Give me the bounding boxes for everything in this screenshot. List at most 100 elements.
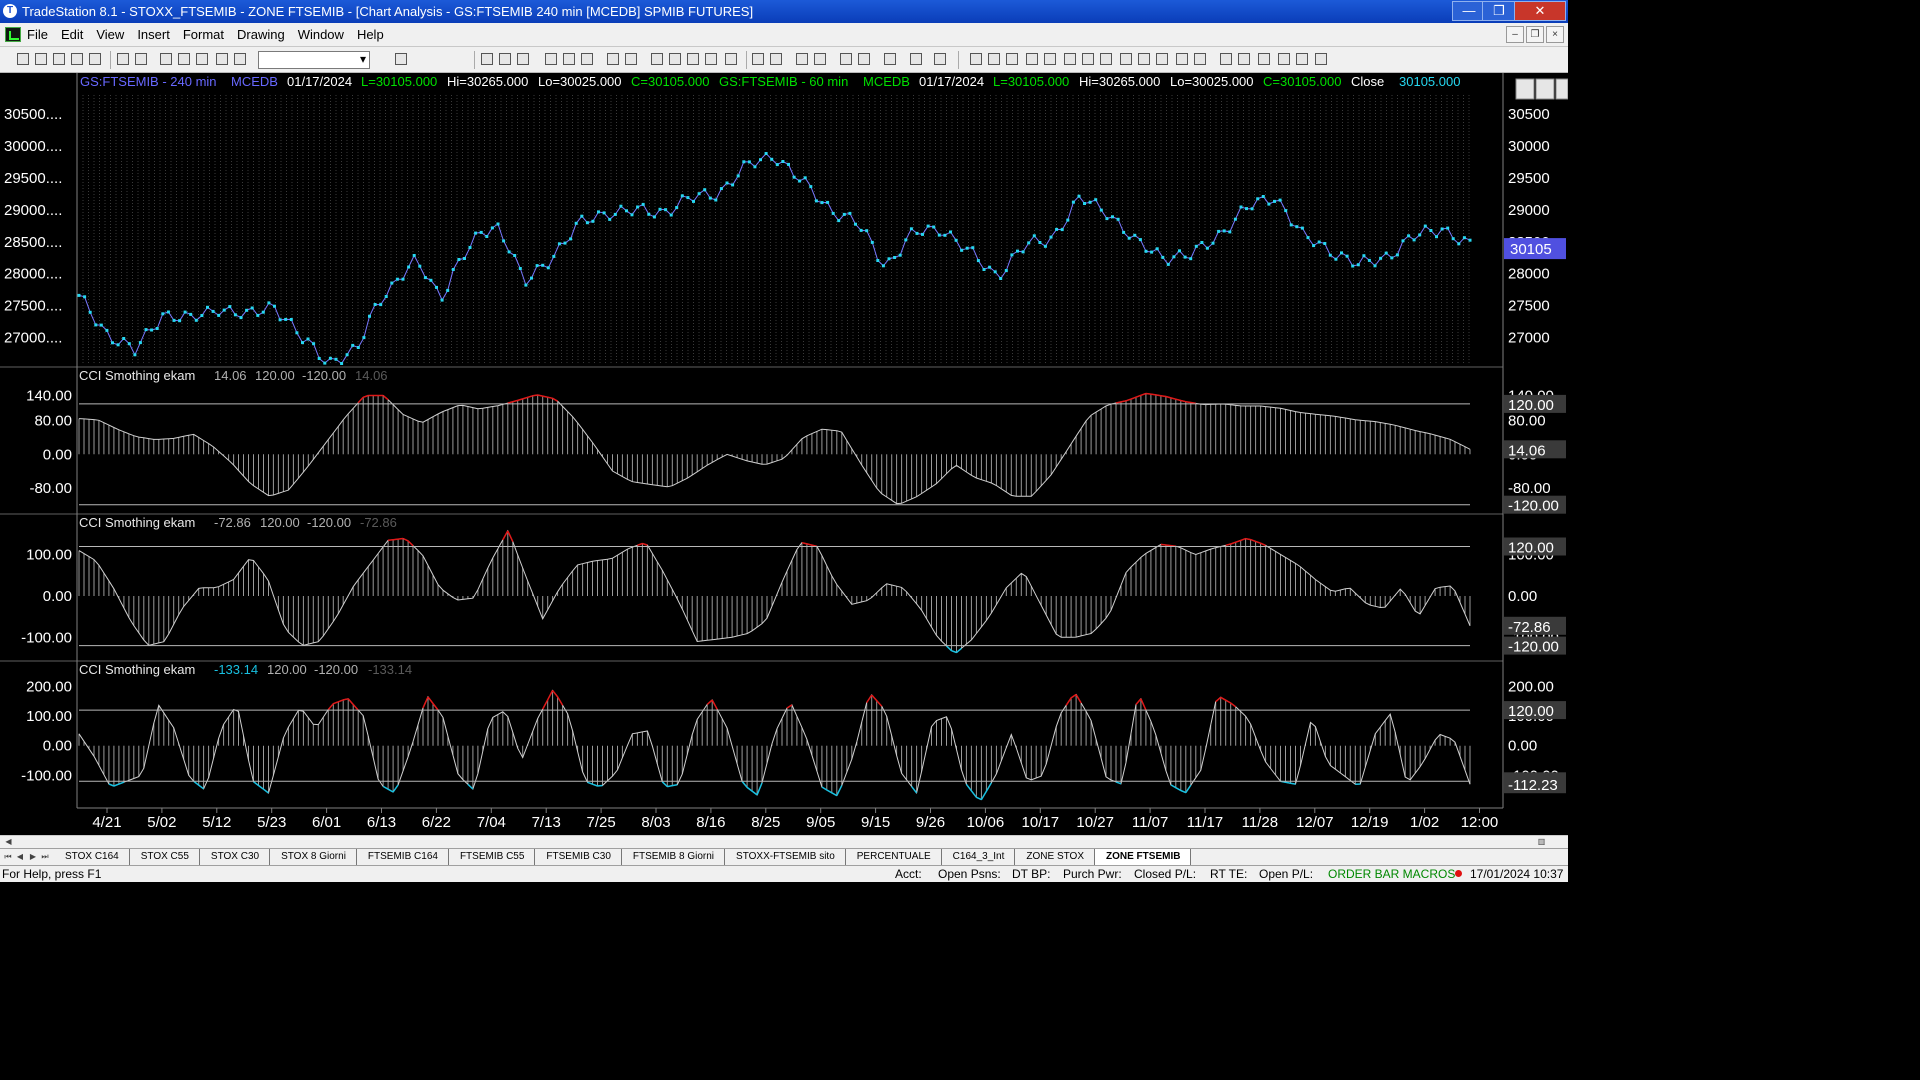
tab-zone-stox[interactable]: ZONE STOX xyxy=(1015,849,1095,865)
indicator-icon[interactable] xyxy=(607,53,619,65)
new-workspace-icon[interactable] xyxy=(71,53,83,65)
andrews-pitchfork-icon[interactable] xyxy=(1082,53,1094,65)
rectangle-icon[interactable] xyxy=(1296,53,1308,65)
copy-icon[interactable] xyxy=(910,53,922,65)
maximize-button[interactable]: ❐ xyxy=(1482,1,1516,21)
compress-icon[interactable] xyxy=(770,53,782,65)
tab-c164-3-int[interactable]: C164_3_Int xyxy=(942,849,1016,865)
chart-window-icon[interactable] xyxy=(5,27,21,42)
scanner-icon[interactable] xyxy=(545,53,557,65)
print-icon[interactable] xyxy=(117,53,129,65)
strategy-insert-icon[interactable] xyxy=(625,53,637,65)
scroll-thumb-icon[interactable]: ▥ xyxy=(1535,836,1548,848)
scroll-left-icon[interactable]: ◀ xyxy=(2,836,15,848)
palette-icon[interactable] xyxy=(234,53,246,65)
tab-first-icon[interactable]: ⏮ xyxy=(3,850,13,863)
chart-canvas[interactable]: GS:FTSEMIB - 240 min MCEDB 01/17/2024 L=… xyxy=(0,73,1568,835)
menu-file[interactable]: File xyxy=(27,27,48,42)
tab-ftsemib-8-giorni[interactable]: FTSEMIB 8 Giorni xyxy=(622,849,726,865)
refresh-icon[interactable] xyxy=(934,53,946,65)
cascade-icon[interactable] xyxy=(178,53,190,65)
mdi-restore-button[interactable]: ❐ xyxy=(1526,26,1544,43)
data-window-icon[interactable] xyxy=(858,53,870,65)
menu-window[interactable]: Window xyxy=(298,27,344,42)
chart-icon[interactable] xyxy=(481,53,493,65)
radar-icon[interactable] xyxy=(499,53,511,65)
menu-drawing[interactable]: Drawing xyxy=(237,27,285,42)
strategy-icon[interactable] xyxy=(563,53,575,65)
tab-zone-ftsemib[interactable]: ZONE FTSEMIB xyxy=(1095,849,1192,865)
horizontal-lines-icon[interactable] xyxy=(1006,53,1018,65)
format-icon[interactable] xyxy=(884,53,896,65)
title-bar[interactable]: T TradeStation 8.1 - STOXX_FTSEMIB - ZON… xyxy=(0,0,1568,23)
chart-analysis-window[interactable]: GS:FTSEMIB - 240 min MCEDB 01/17/2024 L=… xyxy=(0,73,1568,835)
mdi-close-button[interactable]: × xyxy=(1546,26,1564,43)
matrix-icon[interactable] xyxy=(517,53,529,65)
horizontal-scrollbar[interactable]: ◀ ▥ xyxy=(0,835,1568,848)
search-icon[interactable] xyxy=(395,53,407,65)
window-icon[interactable] xyxy=(160,53,172,65)
regression-icon[interactable] xyxy=(1120,53,1132,65)
tab-percentuale[interactable]: PERCENTUALE xyxy=(846,849,942,865)
gann-icon[interactable] xyxy=(1100,53,1112,65)
lock-icon[interactable] xyxy=(196,53,208,65)
tab-stox-c164[interactable]: STOX C164 xyxy=(54,849,130,865)
menu-edit[interactable]: Edit xyxy=(61,27,83,42)
optimize-icon[interactable] xyxy=(581,53,593,65)
mdi-minimize-button[interactable]: – xyxy=(1506,26,1524,43)
tradestation-app-icon[interactable]: T xyxy=(3,4,17,18)
order-bar-macros[interactable]: ORDER BAR MACROS xyxy=(1328,867,1455,881)
symbol-select[interactable] xyxy=(258,51,370,69)
tools-icon[interactable] xyxy=(216,53,228,65)
tab-ftsemib-c164[interactable]: FTSEMIB C164 xyxy=(357,849,449,865)
tab-prev-icon[interactable]: ◀ xyxy=(15,850,25,863)
text-icon[interactable] xyxy=(1315,53,1327,65)
open-workspace-icon[interactable] xyxy=(89,53,101,65)
price-bar-point xyxy=(993,270,997,274)
bar-chart-icon[interactable] xyxy=(651,53,663,65)
minimize-button[interactable]: — xyxy=(1452,1,1486,21)
menu-view[interactable]: View xyxy=(96,27,124,42)
pencil-icon[interactable] xyxy=(1194,53,1206,65)
print-preview-icon[interactable] xyxy=(135,53,147,65)
close-button[interactable]: ✕ xyxy=(1514,1,1566,21)
header-close-1: C=30105.000 xyxy=(631,74,709,89)
ohlc-icon[interactable] xyxy=(705,53,717,65)
line-icon[interactable] xyxy=(687,53,699,65)
tab-stox-8-giorni[interactable]: STOX 8 Giorni xyxy=(270,849,357,865)
arc-icon[interactable] xyxy=(1176,53,1188,65)
trendline-icon[interactable] xyxy=(970,53,982,65)
channel-icon[interactable] xyxy=(1156,53,1168,65)
expand-icon[interactable] xyxy=(752,53,764,65)
candle-icon[interactable] xyxy=(669,53,681,65)
pointer-icon[interactable] xyxy=(840,53,852,65)
zoom-in-icon[interactable] xyxy=(796,53,808,65)
tab-stox-c55[interactable]: STOX C55 xyxy=(130,849,200,865)
vertical-lines-icon[interactable] xyxy=(988,53,1000,65)
arrow-down-icon[interactable] xyxy=(1238,53,1250,65)
new-icon[interactable] xyxy=(17,53,29,65)
tab-next-icon[interactable]: ▶ xyxy=(28,850,38,863)
menu-format[interactable]: Format xyxy=(183,27,224,42)
tab-stox-c30[interactable]: STOX C30 xyxy=(200,849,271,865)
tab-stoxx-ftsemib-sito[interactable]: STOXX-FTSEMIB sito xyxy=(725,849,846,865)
open-icon[interactable] xyxy=(35,53,47,65)
menu-help[interactable]: Help xyxy=(357,27,384,42)
zoom-out-icon[interactable] xyxy=(814,53,826,65)
chart-close-button[interactable] xyxy=(1555,78,1568,100)
ellipse-icon[interactable] xyxy=(1278,53,1290,65)
arrow-horizontal-icon[interactable] xyxy=(1138,53,1150,65)
volume-icon[interactable] xyxy=(725,53,737,65)
save-icon[interactable] xyxy=(53,53,65,65)
tab-ftsemib-c55[interactable]: FTSEMIB C55 xyxy=(449,849,536,865)
tab-ftsemib-c30[interactable]: FTSEMIB C30 xyxy=(535,849,622,865)
curve-icon[interactable] xyxy=(1220,53,1232,65)
fan-icon[interactable] xyxy=(1044,53,1056,65)
tab-last-icon[interactable]: ⏭ xyxy=(40,850,50,863)
speed-lines-icon[interactable] xyxy=(1064,53,1076,65)
chart-restore-button[interactable] xyxy=(1535,78,1555,100)
menu-insert[interactable]: Insert xyxy=(137,27,170,42)
fibonacci-icon[interactable] xyxy=(1026,53,1038,65)
arrow-up-icon[interactable] xyxy=(1258,53,1270,65)
chart-minimize-button[interactable] xyxy=(1515,78,1535,100)
